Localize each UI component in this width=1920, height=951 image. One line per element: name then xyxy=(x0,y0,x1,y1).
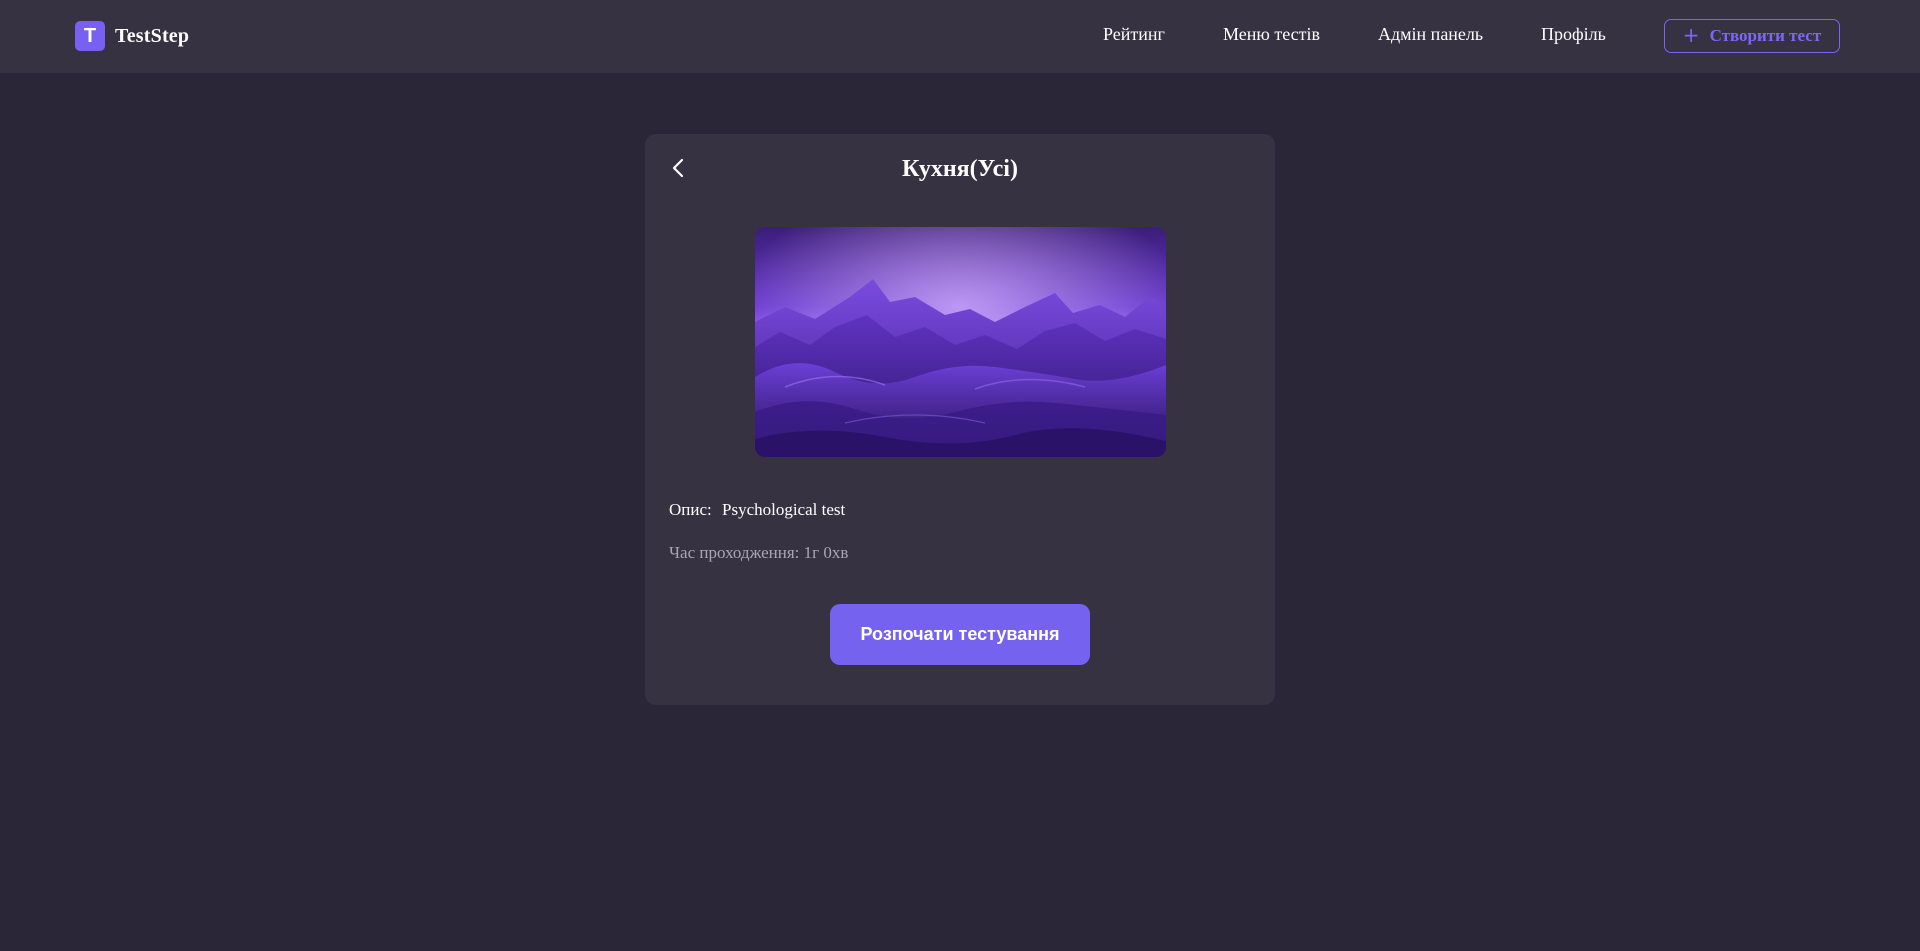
create-test-button[interactable]: + Створити тест xyxy=(1664,19,1840,53)
duration-value: 1г 0хв xyxy=(803,543,849,562)
app-name: TestStep xyxy=(115,24,190,47)
start-test-button[interactable]: Розпочати тестування xyxy=(830,604,1090,665)
logo-link[interactable]: T TestStep xyxy=(75,21,189,51)
duration-label: Час проходження: xyxy=(669,543,800,562)
nav-tests-menu[interactable]: Меню тестів xyxy=(1223,24,1320,45)
test-card: Кухня(Усі) Опис: Psychological test Час … xyxy=(645,134,1275,705)
top-navbar: T TestStep Рейтинг Меню тестів Адмін пан… xyxy=(0,0,1920,73)
test-cover-image xyxy=(755,227,1166,457)
plus-icon: + xyxy=(1682,22,1700,47)
description-label: Опис: xyxy=(669,500,712,519)
nav-rating[interactable]: Рейтинг xyxy=(1103,24,1165,45)
test-title: Кухня(Усі) xyxy=(902,156,1018,182)
logo-icon: T xyxy=(75,21,105,51)
description-value: Psychological test xyxy=(722,500,846,519)
nav-profile[interactable]: Профіль xyxy=(1541,24,1606,45)
create-test-label: Створити тест xyxy=(1709,26,1822,45)
test-duration: Час проходження: 1г 0хв xyxy=(669,543,848,563)
purple-mountains-image xyxy=(755,227,1166,457)
test-description: Опис: Psychological test xyxy=(669,500,845,520)
nav-admin-panel[interactable]: Адмін панель xyxy=(1378,24,1483,45)
